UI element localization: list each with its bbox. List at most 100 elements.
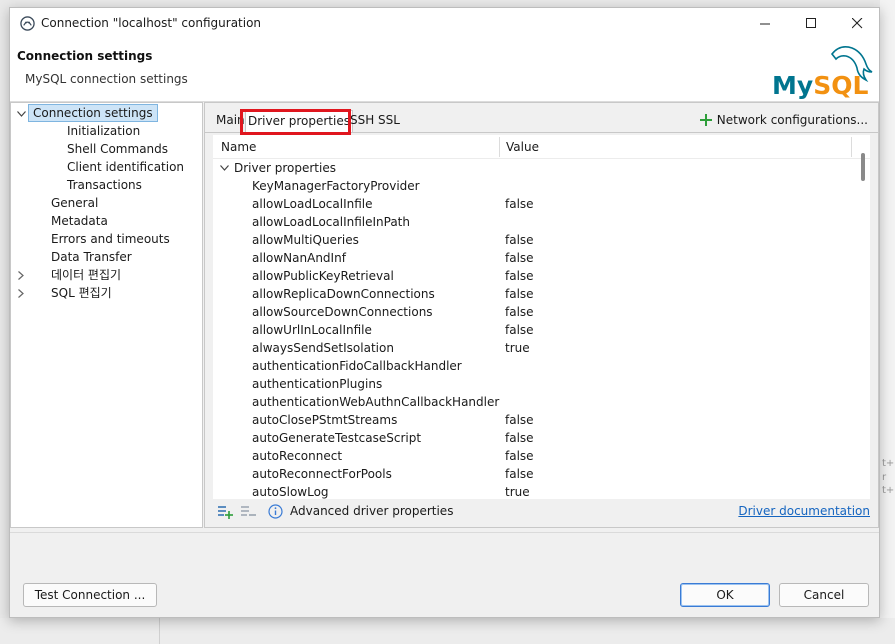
background-text-fragment: r [882, 472, 887, 483]
tree-item-sql-editor[interactable]: SQL 편집기 [51, 284, 112, 302]
add-property-icon[interactable] [217, 504, 233, 520]
property-value[interactable]: false [505, 303, 534, 321]
property-value[interactable]: false [505, 285, 534, 303]
ok-button[interactable]: OK [680, 583, 770, 607]
test-connection-button[interactable]: Test Connection ... [23, 583, 157, 607]
settings-tree[interactable]: Connection settings Initialization Shell… [10, 102, 203, 528]
tab-bar: Main Driver properties SSH SSL Network c… [205, 103, 878, 135]
property-row[interactable]: allowReplicaDownConnections false [213, 285, 853, 303]
chevron-down-icon[interactable] [16, 105, 26, 123]
property-row[interactable]: autoReconnect false [213, 447, 853, 465]
column-header-value[interactable]: Value [506, 140, 539, 154]
property-value[interactable]: false [505, 447, 534, 465]
property-row[interactable]: allowLoadLocalInfile false [213, 195, 853, 213]
property-value[interactable]: false [505, 411, 534, 429]
property-name: allowPublicKeyRetrieval [252, 269, 394, 283]
chevron-right-icon[interactable] [16, 266, 26, 284]
maximize-button[interactable] [788, 8, 834, 38]
maximize-icon [805, 17, 816, 28]
title-bar[interactable]: Connection "localhost" configuration [10, 8, 879, 38]
property-value[interactable]: false [505, 267, 534, 285]
property-value[interactable]: false [505, 465, 534, 483]
background-text-fragment: t+L [882, 485, 895, 496]
tab-main[interactable]: Main [214, 110, 247, 132]
property-row[interactable]: autoClosePStmtStreams false [213, 411, 853, 429]
mysql-logo: MySQL [772, 46, 873, 100]
property-value[interactable]: true [505, 339, 530, 357]
tree-item-label: Shell Commands [67, 142, 169, 156]
tree-item-general[interactable]: General [51, 194, 98, 212]
footer-divider [10, 532, 879, 533]
tab-ssl[interactable]: SSL [376, 110, 402, 132]
background-text-fragment: t+N [882, 458, 895, 469]
property-value[interactable]: false [505, 429, 534, 447]
tree-item-transactions[interactable]: Transactions [67, 176, 142, 194]
minimize-button[interactable] [742, 8, 788, 38]
tab-label: SSL [378, 113, 400, 127]
tab-ssh[interactable]: SSH [348, 110, 376, 132]
remove-property-icon[interactable] [240, 504, 256, 520]
tab-label: SSH [350, 113, 375, 127]
property-name: autoReconnectForPools [252, 467, 392, 481]
chevron-down-icon[interactable] [219, 159, 229, 177]
tree-item-client-identification[interactable]: Client identification [67, 158, 184, 176]
tab-label: Main [216, 113, 245, 127]
property-row[interactable]: authenticationFidoCallbackHandler [213, 357, 853, 375]
property-group-driver-properties[interactable]: Driver properties [213, 159, 853, 177]
property-row[interactable]: allowLoadLocalInfileInPath [213, 213, 853, 231]
close-button[interactable] [834, 8, 880, 38]
property-row[interactable]: allowNanAndInf false [213, 249, 853, 267]
property-name: allowUrlInLocalInfile [252, 323, 372, 337]
tree-item-errors-timeouts[interactable]: Errors and timeouts [51, 230, 170, 248]
mysql-logo-wordmark: MySQL [772, 71, 868, 100]
property-row[interactable]: allowPublicKeyRetrieval false [213, 267, 853, 285]
property-row[interactable]: authenticationPlugins [213, 375, 853, 393]
tree-item-metadata[interactable]: Metadata [51, 212, 108, 230]
tree-item-label: SQL 편집기 [51, 286, 112, 300]
dbeaver-app-icon [20, 16, 35, 31]
property-row[interactable]: allowSourceDownConnections false [213, 303, 853, 321]
tab-driver-properties[interactable]: Driver properties [245, 110, 353, 132]
driver-properties-panel: Main Driver properties SSH SSL Network c… [204, 102, 879, 528]
network-configurations-button[interactable]: Network configurations... [699, 111, 868, 129]
property-row[interactable]: allowUrlInLocalInfile false [213, 321, 853, 339]
page-subtitle: MySQL connection settings [25, 72, 188, 86]
property-name: allowMultiQueries [252, 233, 359, 247]
background-window-bottom [0, 618, 895, 644]
property-row[interactable]: autoSlowLog true [213, 483, 853, 499]
column-header-name[interactable]: Name [221, 140, 256, 154]
property-row[interactable]: KeyManagerFactoryProvider [213, 177, 853, 195]
property-name: allowSourceDownConnections [252, 305, 433, 319]
minimize-icon [759, 23, 770, 24]
tree-item-data-editor[interactable]: 데이터 편집기 [51, 266, 121, 284]
tree-item-initialization[interactable]: Initialization [67, 122, 140, 140]
cancel-button[interactable]: Cancel [779, 583, 869, 607]
chevron-right-icon[interactable] [16, 284, 26, 302]
property-value[interactable]: false [505, 231, 534, 249]
tree-item-label: Client identification [67, 160, 185, 174]
tree-item-shell-commands[interactable]: Shell Commands [67, 140, 168, 158]
tab-label: Driver properties [248, 114, 350, 128]
property-value[interactable]: true [505, 483, 530, 499]
grid-header: Name Value [213, 135, 870, 159]
tree-item-connection-settings[interactable]: Connection settings [28, 104, 158, 122]
property-row[interactable]: allowMultiQueries false [213, 231, 853, 249]
tree-item-data-transfer[interactable]: Data Transfer [51, 248, 132, 266]
vertical-scrollbar-thumb[interactable] [861, 153, 865, 181]
property-name: alwaysSendSetIsolation [252, 341, 394, 355]
property-name: authenticationPlugins [252, 377, 383, 391]
property-row[interactable]: autoGenerateTestcaseScript false [213, 429, 853, 447]
property-row[interactable]: autoReconnectForPools false [213, 465, 853, 483]
property-value[interactable]: false [505, 321, 534, 339]
property-value[interactable]: false [505, 249, 534, 267]
tree-item-label: Connection settings [33, 106, 153, 120]
property-row[interactable]: alwaysSendSetIsolation true [213, 339, 853, 357]
grid-toolbar: Advanced driver properties Driver docume… [213, 501, 878, 523]
driver-properties-grid[interactable]: Name Value Driver properties KeyManagerF… [213, 135, 870, 499]
property-row[interactable]: authenticationWebAuthnCallbackHandler [213, 393, 853, 411]
network-configurations-label: Network configurations... [716, 113, 868, 127]
driver-documentation-link[interactable]: Driver documentation [738, 504, 870, 518]
property-value[interactable]: false [505, 195, 534, 213]
tree-item-label: Errors and timeouts [51, 232, 170, 246]
tree-item-label: 데이터 편집기 [51, 268, 122, 282]
